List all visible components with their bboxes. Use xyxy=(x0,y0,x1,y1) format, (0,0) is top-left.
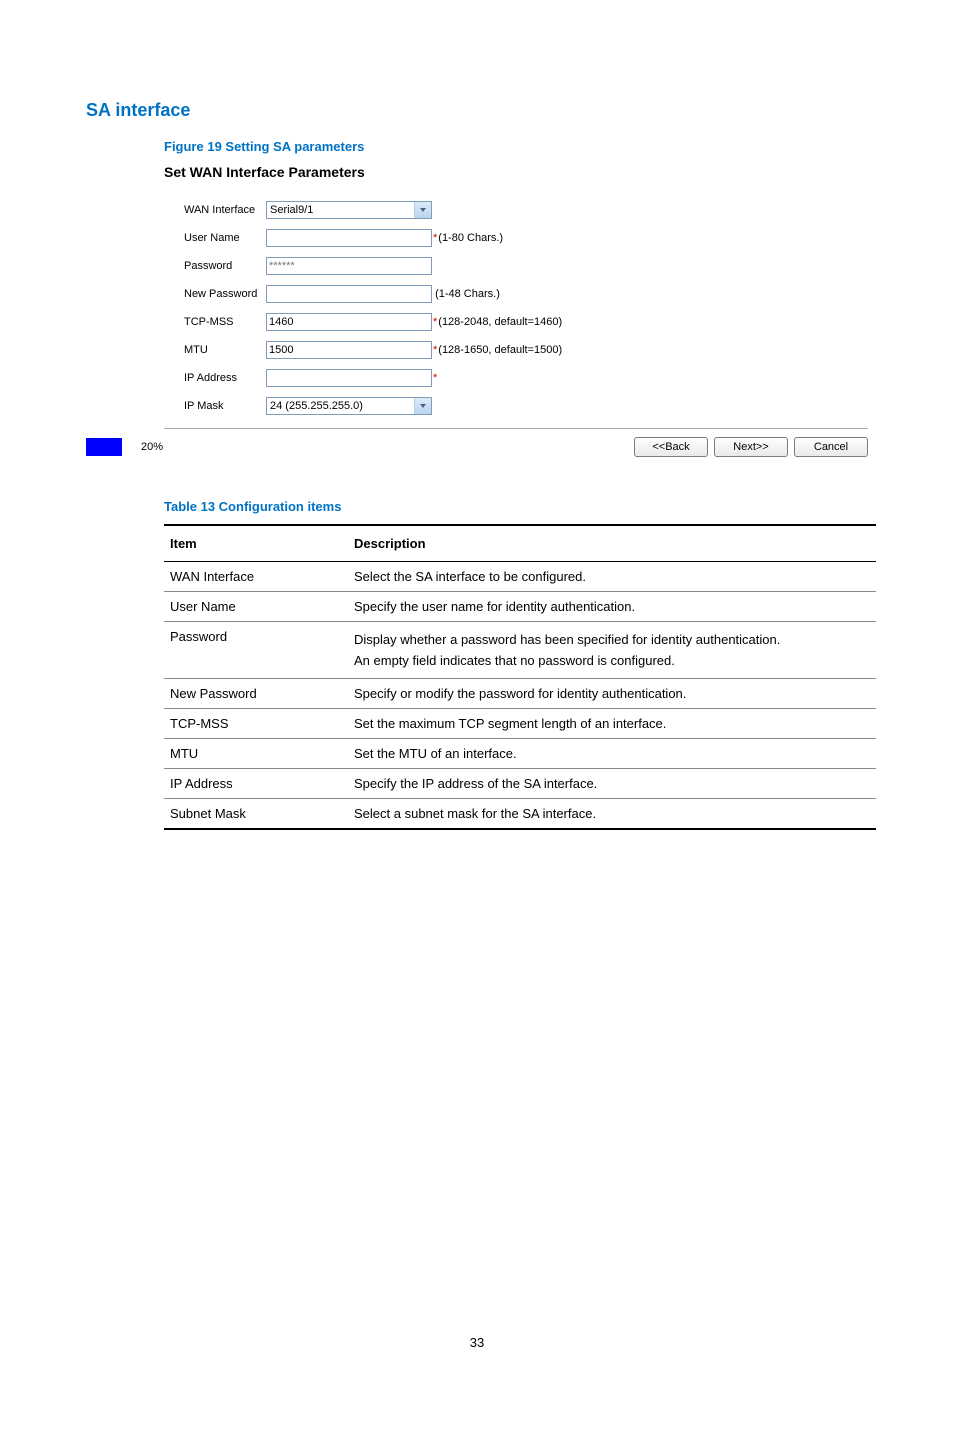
progress-fill xyxy=(86,438,122,456)
row-mtu: MTU *(128-1650, default=1500) xyxy=(164,336,868,364)
table-row: New Password Specify or modify the passw… xyxy=(164,679,876,709)
progress-bar: 20% xyxy=(86,438,182,456)
ip-mask-select[interactable]: 24 (255.255.255.0) xyxy=(266,397,432,415)
label-ip-mask: IP Mask xyxy=(164,400,266,412)
form-area: WAN Interface Serial9/1 User Name *(1-80… xyxy=(164,196,868,420)
table-row: TCP-MSS Set the maximum TCP segment leng… xyxy=(164,709,876,739)
table-row: Subnet Mask Select a subnet mask for the… xyxy=(164,799,876,830)
password-input[interactable] xyxy=(266,257,432,275)
wan-interface-select[interactable]: Serial9/1 xyxy=(266,201,432,219)
mtu-input[interactable] xyxy=(266,341,432,359)
cell-description: Set the MTU of an interface. xyxy=(348,739,876,769)
footer-bar: 20% <<Back Next>> Cancel xyxy=(164,428,868,465)
hint-user-name: *(1-80 Chars.) xyxy=(432,232,503,244)
cell-item: Password xyxy=(164,622,348,679)
tcp-mss-input[interactable] xyxy=(266,313,432,331)
th-item: Item xyxy=(164,525,348,562)
label-wan-interface: WAN Interface xyxy=(164,204,266,216)
panel-heading: Set WAN Interface Parameters xyxy=(164,164,868,180)
label-password: Password xyxy=(164,260,266,272)
user-name-input[interactable] xyxy=(266,229,432,247)
next-button[interactable]: Next>> xyxy=(714,437,788,457)
table-row: User Name Specify the user name for iden… xyxy=(164,592,876,622)
th-description: Description xyxy=(348,525,876,562)
hint-mtu: *(128-1650, default=1500) xyxy=(432,344,562,356)
table-row: MTU Set the MTU of an interface. xyxy=(164,739,876,769)
label-user-name: User Name xyxy=(164,232,266,244)
cell-description: Select the SA interface to be configured… xyxy=(348,562,876,592)
cell-item: User Name xyxy=(164,592,348,622)
cell-description: Specify the user name for identity authe… xyxy=(348,592,876,622)
cell-item: Subnet Mask xyxy=(164,799,348,830)
row-user-name: User Name *(1-80 Chars.) xyxy=(164,224,868,252)
cell-description: Set the maximum TCP segment length of an… xyxy=(348,709,876,739)
chevron-down-icon xyxy=(414,398,431,414)
cell-description: Specify the IP address of the SA interfa… xyxy=(348,769,876,799)
table-caption: Table 13 Configuration items xyxy=(164,499,868,514)
row-ip-mask: IP Mask 24 (255.255.255.0) xyxy=(164,392,868,420)
cell-description: Specify or modify the password for ident… xyxy=(348,679,876,709)
cell-item: IP Address xyxy=(164,769,348,799)
cell-description: Select a subnet mask for the SA interfac… xyxy=(348,799,876,830)
table-row: IP Address Specify the IP address of the… xyxy=(164,769,876,799)
page-number: 33 xyxy=(86,1335,868,1350)
section-heading: SA interface xyxy=(86,100,868,121)
label-ip-address: IP Address xyxy=(164,372,266,384)
wan-interface-value: Serial9/1 xyxy=(267,204,414,216)
label-mtu: MTU xyxy=(164,344,266,356)
cell-item: TCP-MSS xyxy=(164,709,348,739)
row-new-password: New Password (1-48 Chars.) xyxy=(164,280,868,308)
row-wan-interface: WAN Interface Serial9/1 xyxy=(164,196,868,224)
cell-item: MTU xyxy=(164,739,348,769)
row-tcp-mss: TCP-MSS *(128-2048, default=1460) xyxy=(164,308,868,336)
row-password: Password xyxy=(164,252,868,280)
table-row: WAN Interface Select the SA interface to… xyxy=(164,562,876,592)
cancel-button[interactable]: Cancel xyxy=(794,437,868,457)
hint-tcp-mss: *(128-2048, default=1460) xyxy=(432,316,562,328)
label-new-password: New Password xyxy=(164,288,266,300)
chevron-down-icon xyxy=(414,202,431,218)
row-ip-address: IP Address * xyxy=(164,364,868,392)
ip-mask-value: 24 (255.255.255.0) xyxy=(267,400,414,412)
figure-caption: Figure 19 Setting SA parameters xyxy=(164,139,868,154)
ip-address-input[interactable] xyxy=(266,369,432,387)
hint-new-password: (1-48 Chars.) xyxy=(432,288,500,300)
config-table: Item Description WAN Interface Select th… xyxy=(164,524,876,830)
new-password-input[interactable] xyxy=(266,285,432,303)
table-row: Password Display whether a password has … xyxy=(164,622,876,679)
hint-ip-address: * xyxy=(432,372,438,384)
cell-item: New Password xyxy=(164,679,348,709)
cell-description: Display whether a password has been spec… xyxy=(348,622,876,679)
progress-label: 20% xyxy=(122,441,182,453)
label-tcp-mss: TCP-MSS xyxy=(164,316,266,328)
back-button[interactable]: <<Back xyxy=(634,437,708,457)
cell-item: WAN Interface xyxy=(164,562,348,592)
